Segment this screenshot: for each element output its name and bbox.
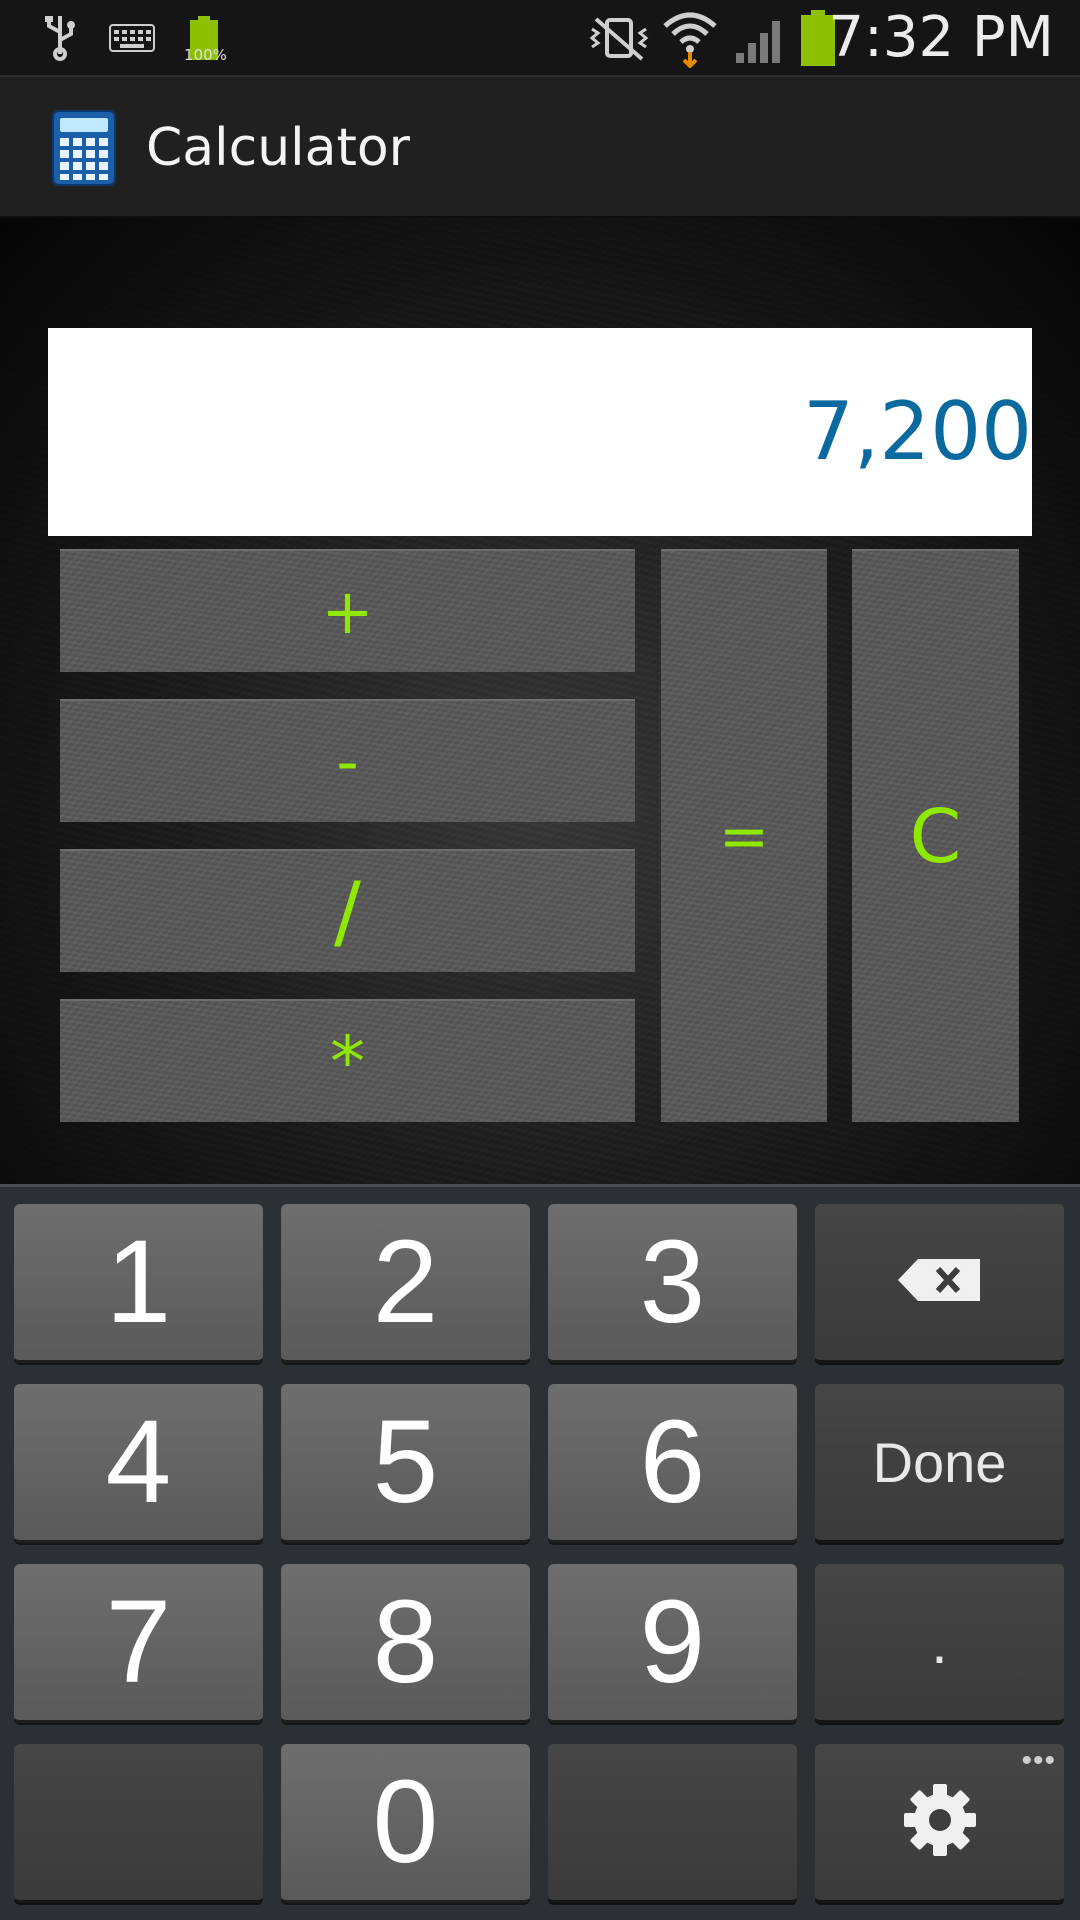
status-bar: 100% 7:32 PM <box>0 0 1080 75</box>
key-4[interactable]: 4 <box>14 1384 263 1543</box>
key-3[interactable]: 3 <box>548 1204 797 1363</box>
minus-button[interactable]: - <box>60 699 635 822</box>
status-time: 7:32 PM <box>828 5 1054 70</box>
blank-key-left <box>14 1744 263 1903</box>
vibrate-mute-icon <box>586 0 652 75</box>
key-5[interactable]: 5 <box>281 1384 530 1543</box>
keyboard-icon <box>108 0 156 75</box>
blank-key-right <box>548 1744 797 1903</box>
key-6[interactable]: 6 <box>548 1384 797 1543</box>
result-display[interactable]: 7,200 <box>48 328 1032 536</box>
backspace-icon <box>896 1257 984 1308</box>
key-7[interactable]: 7 <box>14 1564 263 1723</box>
equals-button[interactable]: = <box>661 549 827 1122</box>
key-9[interactable]: 9 <box>548 1564 797 1723</box>
signal-icon <box>734 0 788 75</box>
key-0[interactable]: 0 <box>281 1744 530 1903</box>
multiply-button[interactable]: * <box>60 999 635 1122</box>
key-1[interactable]: 1 <box>14 1204 263 1363</box>
settings-key[interactable]: ••• <box>815 1744 1064 1903</box>
more-options-indicator: ••• <box>1021 1744 1056 1777</box>
usb-icon <box>40 0 80 75</box>
plus-button[interactable]: + <box>60 549 635 672</box>
battery-small-label: 100% <box>184 46 227 64</box>
app-title: Calculator <box>146 118 411 178</box>
calculator-panel: 7,200 + - / * = C <box>0 218 1080 1184</box>
calculator-icon <box>52 110 116 186</box>
action-bar: Calculator <box>0 75 1080 218</box>
divide-button[interactable]: / <box>60 849 635 972</box>
wifi-icon <box>662 0 718 75</box>
key-2[interactable]: 2 <box>281 1204 530 1363</box>
gear-icon <box>900 1780 980 1865</box>
done-key[interactable]: Done <box>815 1384 1064 1543</box>
dot-key[interactable]: . <box>815 1564 1064 1723</box>
numeric-keyboard: 1 2 3 4 5 6 Done 7 8 9 . 0 ••• <box>0 1184 1080 1920</box>
clear-button[interactable]: C <box>852 549 1019 1122</box>
battery-small-icon: 100% <box>182 0 227 75</box>
display-value: 7,200 <box>802 385 1032 478</box>
backspace-key[interactable] <box>815 1204 1064 1363</box>
key-8[interactable]: 8 <box>281 1564 530 1723</box>
